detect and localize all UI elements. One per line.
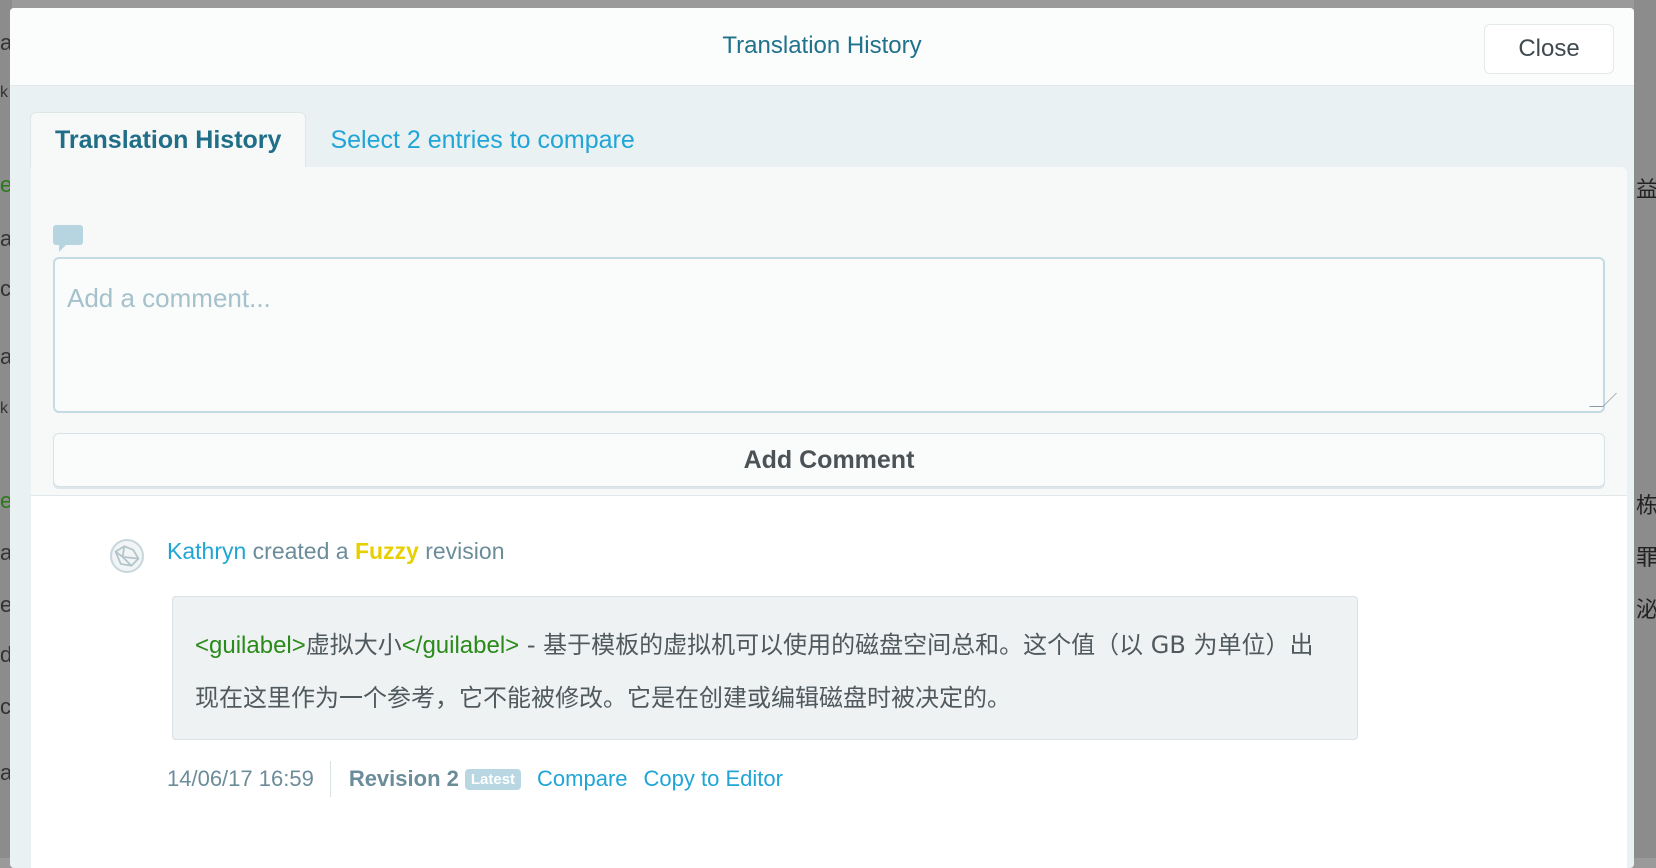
revision-label: Revision 2: [348, 766, 459, 791]
latest-badge: Latest: [464, 768, 522, 790]
tag-open: <guilabel>: [195, 632, 306, 659]
bg-fragment: 栋: [1636, 494, 1656, 519]
compare-link[interactable]: Compare: [537, 766, 627, 792]
tab-compare[interactable]: Select 2 entries to compare: [306, 112, 658, 168]
add-comment-button[interactable]: Add Comment: [53, 433, 1605, 487]
entry-header: Kathryn created a Fuzzy revision: [167, 538, 505, 565]
comment-input[interactable]: [53, 257, 1605, 413]
bg-fragment: k: [0, 400, 8, 417]
history-panel: Add Comment Kathryn created a Fuzzy revi…: [31, 167, 1627, 868]
tag-content: 虚拟大小: [305, 631, 402, 659]
avatar: [110, 539, 144, 573]
entry-footer: 14/06/17 16:59 Revision 2 Latest Compare…: [167, 761, 783, 797]
history-entry: Kathryn created a Fuzzy revision <guilab…: [31, 496, 1627, 868]
tag-close: </guilabel>: [401, 632, 520, 659]
modal-header: Translation History Close: [10, 8, 1634, 86]
bg-fragment: 泌: [1636, 598, 1656, 623]
tab-bar: Translation History Select 2 entries to …: [30, 112, 659, 168]
entry-state: Fuzzy: [354, 538, 419, 564]
bg-fragment: 益: [1636, 178, 1656, 203]
entry-created-text: created a: [252, 538, 349, 564]
entry-user-link[interactable]: Kathryn: [167, 538, 246, 564]
modal-title: Translation History: [722, 32, 922, 59]
copy-to-editor-link[interactable]: Copy to Editor: [644, 766, 783, 792]
entry-timestamp: 14/06/17 16:59: [167, 761, 331, 797]
translation-text: <guilabel>虚拟大小</guilabel> - 基于模板的虚拟机可以使用…: [172, 596, 1358, 740]
bg-fragment: 罪: [1636, 546, 1656, 571]
translation-history-modal: Translation History Close Translation Hi…: [10, 8, 1634, 868]
tab-translation-history[interactable]: Translation History: [30, 112, 307, 168]
bg-fragment: k: [0, 84, 8, 101]
entry-revision-word: revision: [425, 538, 505, 564]
background-page-right: 益 栋 罪 泌: [1634, 0, 1656, 858]
close-button[interactable]: Close: [1484, 24, 1614, 74]
user-avatar-icon: [112, 541, 142, 571]
comment-icon: [53, 225, 83, 252]
